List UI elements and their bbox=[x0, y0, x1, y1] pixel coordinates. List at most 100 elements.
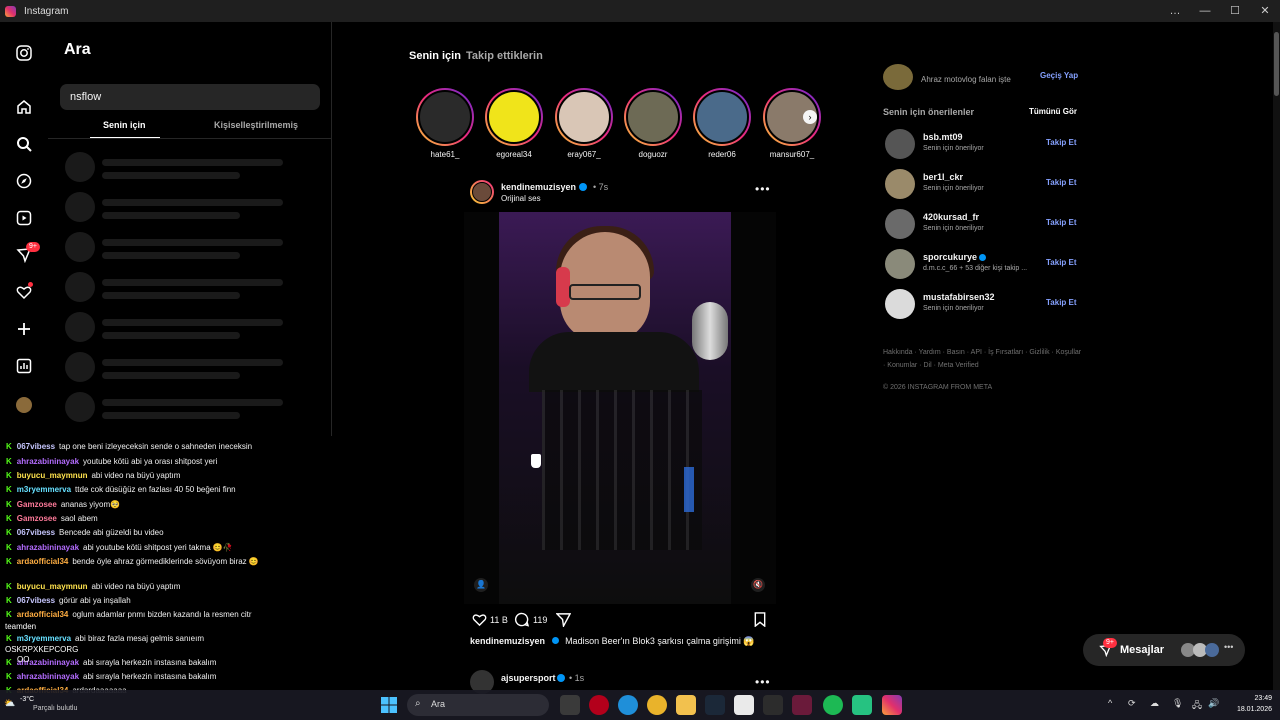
story-item[interactable]: mansur607_ bbox=[762, 88, 822, 159]
share-icon[interactable] bbox=[555, 612, 572, 632]
microphone-icon[interactable]: 🎙 bbox=[1172, 698, 1183, 709]
weather-icon[interactable]: ⛅ bbox=[4, 698, 15, 709]
file-explorer-icon[interactable] bbox=[676, 695, 696, 715]
post-caption: kendinemuzisyen Madison Beer'ın Blok3 şa… bbox=[470, 636, 755, 647]
steam-icon[interactable] bbox=[705, 695, 725, 715]
clock[interactable]: 23:49 18.01.2026 bbox=[1224, 693, 1272, 715]
scrollbar[interactable] bbox=[1273, 22, 1280, 698]
messages-icon[interactable]: 9+ bbox=[14, 242, 40, 265]
comment-icon[interactable] bbox=[514, 612, 530, 632]
current-user-avatar[interactable] bbox=[883, 64, 913, 90]
follow-button[interactable]: Takip Et bbox=[1046, 258, 1077, 267]
chat-message: K Gamzosee ananas yiyom🥺 bbox=[6, 500, 121, 509]
tray-icon[interactable]: ☁ bbox=[1150, 698, 1159, 709]
follow-button[interactable]: Takip Et bbox=[1046, 178, 1077, 187]
chat-message: Km3ryemmerva abi biraz fazla mesaj gelmis… bbox=[6, 634, 204, 643]
reel-video[interactable]: 👤 🔇 bbox=[464, 212, 776, 604]
minimize-button[interactable]: — bbox=[1190, 0, 1220, 22]
task-view-icon[interactable] bbox=[560, 695, 580, 715]
suggestion-name[interactable]: mustafabirsen32 bbox=[923, 292, 995, 302]
chat-message: Kardaofficial34 oglum adamlar pnmı bizden… bbox=[6, 610, 252, 619]
mute-icon[interactable]: 🔇 bbox=[751, 578, 765, 592]
story-item[interactable]: egoreal34 bbox=[484, 88, 544, 159]
post-author-avatar[interactable] bbox=[470, 180, 494, 204]
instagram-taskbar-icon[interactable] bbox=[882, 695, 902, 715]
post-more-icon[interactable]: ••• bbox=[755, 182, 771, 196]
terminal-icon[interactable] bbox=[763, 695, 783, 715]
network-icon[interactable]: 🖧 bbox=[1192, 698, 1202, 714]
tab-non-personalized[interactable]: Kişiselleştirilmemiş bbox=[214, 120, 298, 130]
avatar[interactable] bbox=[885, 169, 915, 199]
story-item[interactable]: reder06 bbox=[692, 88, 752, 159]
volume-icon[interactable]: 🔊 bbox=[1208, 698, 1219, 709]
avatar[interactable] bbox=[885, 289, 915, 319]
chrome-icon[interactable] bbox=[647, 695, 667, 715]
story-item[interactable]: hate61_ bbox=[415, 88, 475, 159]
maximize-button[interactable]: ☐ bbox=[1220, 0, 1250, 22]
bookmark-icon[interactable] bbox=[753, 612, 767, 632]
like-count[interactable]: 11 B bbox=[490, 615, 508, 625]
post-more-icon[interactable]: ••• bbox=[755, 675, 771, 689]
chat-message: K 067vibess görür abi ya inşallah bbox=[6, 596, 131, 605]
footer-links[interactable]: Hakkında · Yardım · Basın · API · İş Fır… bbox=[883, 346, 1083, 372]
switch-account-link[interactable]: Geçiş Yap bbox=[1040, 71, 1078, 80]
follow-button[interactable]: Takip Et bbox=[1046, 218, 1077, 227]
opera-gx-icon[interactable] bbox=[589, 695, 609, 715]
close-button[interactable]: ✕ bbox=[1250, 0, 1280, 22]
overlay-oo: OO bbox=[17, 655, 30, 664]
taskbar-search[interactable]: ⌕ Ara bbox=[407, 694, 549, 716]
weather-temp[interactable]: -3°C bbox=[20, 696, 34, 703]
suggestion-item: 420kursad_fr Senin için öneriliyor Takip… bbox=[885, 209, 1080, 241]
comment-count[interactable]: 119 bbox=[533, 615, 547, 625]
explore-icon[interactable] bbox=[14, 171, 34, 191]
weather-desc[interactable]: Parçalı bulutlu bbox=[33, 705, 77, 712]
kick-icon[interactable] bbox=[852, 695, 872, 715]
suggestion-name[interactable]: bsb.mt09 bbox=[923, 132, 963, 142]
feed-tab-following[interactable]: Takip ettiklerin bbox=[466, 50, 543, 62]
suggestion-name[interactable]: 420kursad_fr bbox=[923, 212, 979, 222]
notifications-heart-icon[interactable] bbox=[14, 282, 34, 302]
stories-next-chevron-icon[interactable]: › bbox=[803, 110, 817, 124]
follow-button[interactable]: Takip Et bbox=[1046, 298, 1077, 307]
verified-badge-icon bbox=[551, 637, 559, 644]
instagram-logo-icon[interactable] bbox=[14, 43, 34, 63]
current-user-subtitle: Ahraz motovlog falan işte bbox=[921, 75, 1011, 84]
suggestion-name[interactable]: ber1l_ckr bbox=[923, 172, 963, 182]
story-item[interactable]: doguozr bbox=[623, 88, 683, 159]
avatar[interactable] bbox=[885, 129, 915, 159]
post-audio[interactable]: Orijinal ses bbox=[501, 194, 541, 203]
story-item[interactable]: eray067_ bbox=[554, 88, 614, 159]
home-icon[interactable] bbox=[14, 97, 34, 117]
tagged-user-icon[interactable]: 👤 bbox=[474, 578, 488, 592]
caption-author[interactable]: kendinemuzisyen bbox=[470, 636, 545, 646]
tray-icon[interactable]: ⟳ bbox=[1128, 698, 1136, 709]
messages-button[interactable]: 9+ Mesajlar ••• bbox=[1083, 634, 1245, 666]
more-options-button[interactable]: … bbox=[1160, 0, 1190, 22]
dashboard-icon[interactable] bbox=[14, 356, 34, 376]
tab-for-you[interactable]: Senin için bbox=[103, 120, 146, 130]
feed-tab-for-you[interactable]: Senin için bbox=[409, 50, 461, 62]
profile-avatar[interactable] bbox=[14, 395, 34, 415]
store-icon[interactable] bbox=[734, 695, 754, 715]
suggestion-item: mustafabirsen32 Senin için öneriliyor Ta… bbox=[885, 289, 1080, 321]
like-heart-icon[interactable] bbox=[472, 612, 487, 632]
chat-message: Kbuyucu_maymnun abi video na büyü yaptım bbox=[6, 471, 181, 480]
chat-message: K Gamzosee saol abem bbox=[6, 514, 98, 523]
show-hidden-icons-icon[interactable]: ^ bbox=[1108, 698, 1112, 708]
see-all-link[interactable]: Tümünü Gör bbox=[1029, 107, 1077, 116]
search-input[interactable] bbox=[60, 84, 320, 110]
reels-icon[interactable] bbox=[14, 208, 34, 228]
follow-button[interactable]: Takip Et bbox=[1046, 138, 1077, 147]
avatar[interactable] bbox=[885, 249, 915, 279]
edge-icon[interactable] bbox=[618, 695, 638, 715]
avatar[interactable] bbox=[885, 209, 915, 239]
create-plus-icon[interactable] bbox=[14, 319, 34, 339]
chat-message: Kahrazabininayak abi youtube kötü shitpos… bbox=[6, 543, 233, 552]
search-icon[interactable] bbox=[14, 134, 34, 154]
post-author-name[interactable]: ajsupersport bbox=[501, 673, 556, 683]
spotify-icon[interactable] bbox=[823, 695, 843, 715]
app-icon[interactable] bbox=[792, 695, 812, 715]
suggestion-name[interactable]: sporcukurye bbox=[923, 252, 977, 262]
post-author-name[interactable]: kendinemuzisyen bbox=[501, 182, 576, 192]
windows-start-icon[interactable] bbox=[381, 697, 397, 718]
